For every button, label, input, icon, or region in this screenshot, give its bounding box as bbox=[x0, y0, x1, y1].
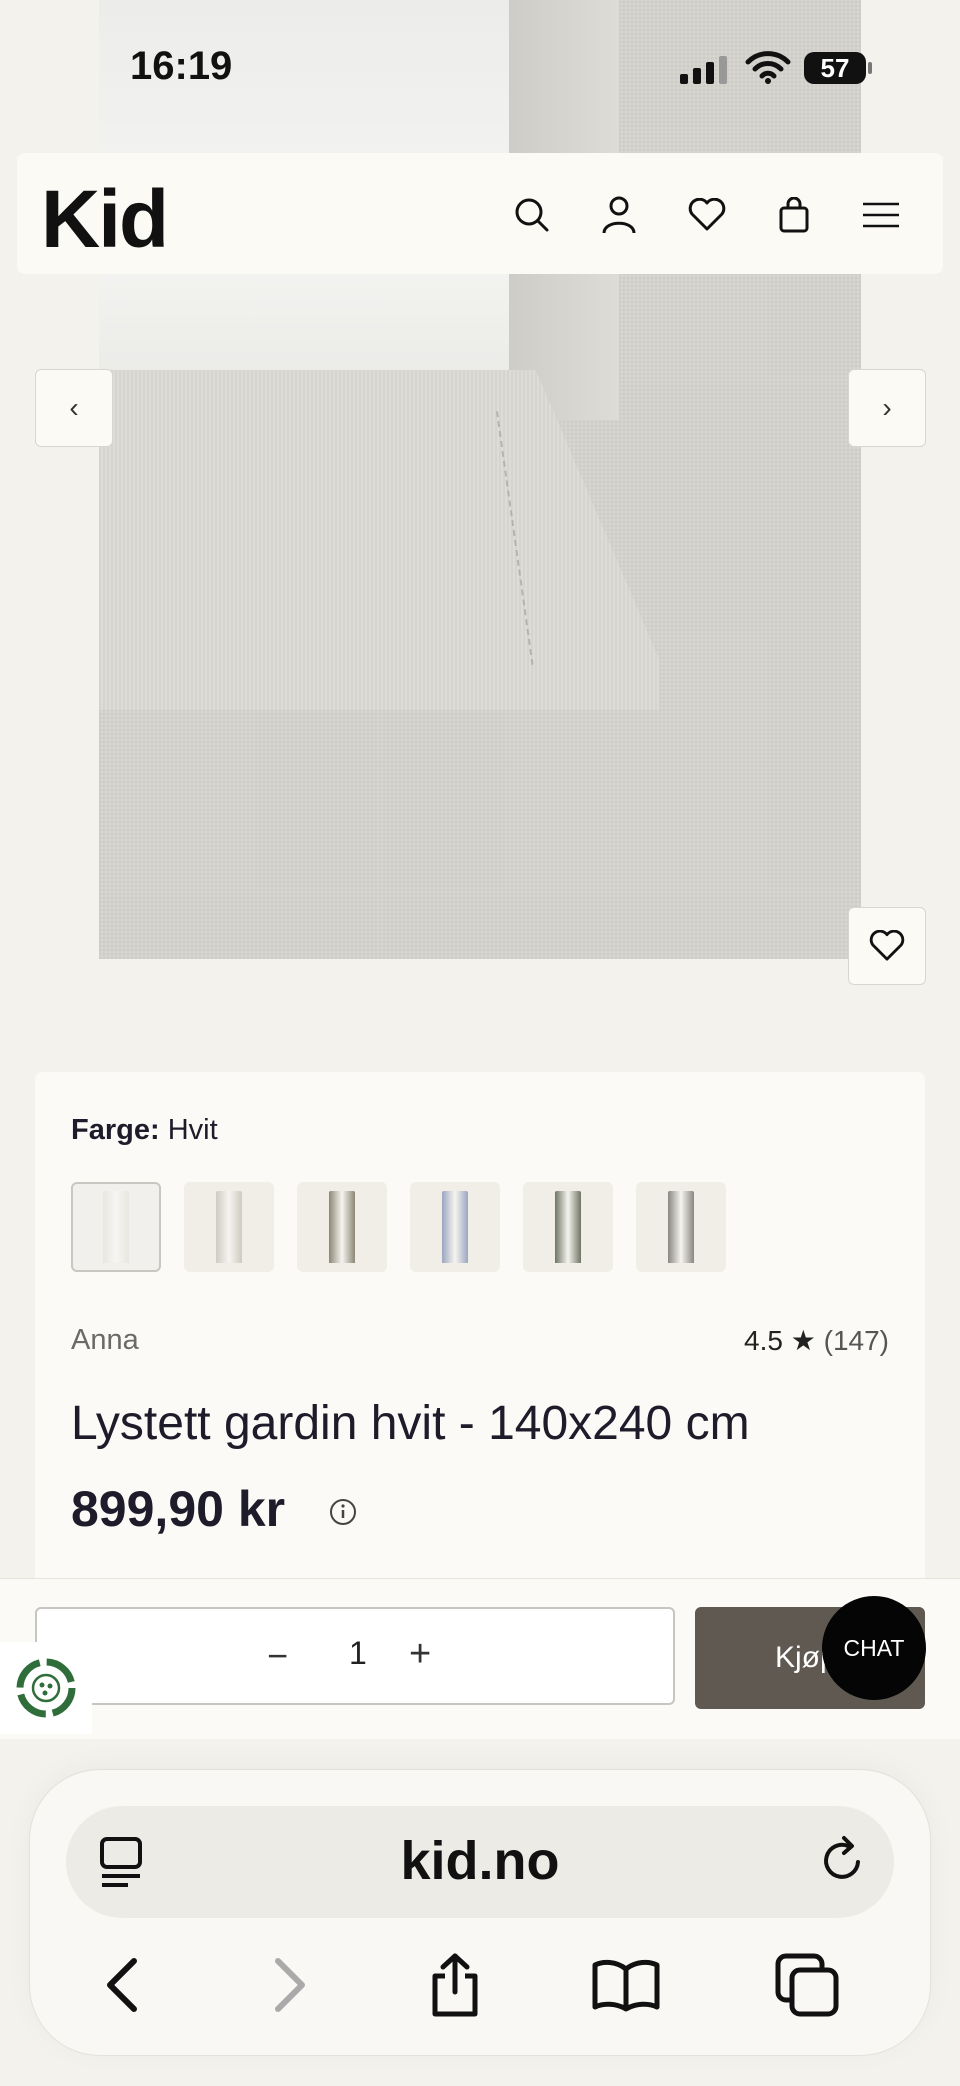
increase-quantity-button[interactable]: + bbox=[409, 1633, 431, 1676]
curtain-thumbnail bbox=[329, 1191, 355, 1263]
add-to-favorites-button[interactable] bbox=[848, 907, 926, 985]
share-icon[interactable] bbox=[420, 1950, 490, 2020]
color-swatch[interactable] bbox=[184, 1182, 274, 1272]
bag-icon[interactable] bbox=[772, 193, 816, 237]
chat-button[interactable]: CHAT bbox=[822, 1596, 926, 1700]
address-bar[interactable]: kid.no bbox=[66, 1806, 894, 1918]
product-price: 899,90 kr bbox=[71, 1481, 286, 1537]
purchase-bar: − 1 + Kjøp bbox=[0, 1578, 960, 1739]
kid-logo[interactable]: Kid bbox=[41, 173, 169, 267]
account-icon[interactable] bbox=[597, 193, 641, 237]
status-time: 16:19 bbox=[130, 44, 233, 88]
back-icon[interactable] bbox=[87, 1950, 157, 2020]
color-swatches bbox=[71, 1182, 726, 1272]
carousel-prev-button[interactable]: ‹ bbox=[35, 369, 113, 447]
decrease-quantity-button[interactable]: − bbox=[267, 1635, 288, 1677]
forward-icon[interactable] bbox=[255, 1950, 325, 2020]
recycle-icon[interactable] bbox=[0, 1642, 92, 1734]
info-icon[interactable] bbox=[329, 1498, 357, 1531]
tabs-icon[interactable] bbox=[772, 1950, 842, 2020]
menu-icon[interactable] bbox=[859, 193, 903, 237]
color-swatch[interactable] bbox=[636, 1182, 726, 1272]
curtain-thumbnail bbox=[668, 1191, 694, 1263]
product-brand[interactable]: Anna bbox=[71, 1324, 139, 1357]
product-rating[interactable]: 4.5 ★ (147) bbox=[744, 1324, 889, 1357]
curtain-thumbnail bbox=[103, 1191, 129, 1263]
signal-icon bbox=[680, 54, 727, 84]
curtain-thumbnail bbox=[442, 1191, 468, 1263]
reload-icon[interactable] bbox=[818, 1834, 868, 1891]
chevron-left-icon: ‹ bbox=[69, 392, 79, 423]
color-swatch[interactable] bbox=[410, 1182, 500, 1272]
color-label-value: Hvit bbox=[167, 1114, 218, 1146]
color-swatch[interactable] bbox=[297, 1182, 387, 1272]
site-header: Kid bbox=[17, 153, 943, 274]
rating-value: 4.5 bbox=[744, 1325, 783, 1356]
battery-tip bbox=[868, 62, 872, 74]
wifi-icon bbox=[745, 50, 791, 89]
curtain-thumbnail bbox=[555, 1191, 581, 1263]
product-title: Lystett gardin hvit - 140x240 cm bbox=[71, 1397, 750, 1450]
heart-icon bbox=[869, 930, 905, 961]
review-count: (147) bbox=[823, 1325, 889, 1356]
curtain-hem bbox=[99, 370, 659, 710]
browser-toolbar: kid.no bbox=[30, 1770, 930, 2055]
battery-icon: 57 bbox=[804, 52, 866, 84]
bookmarks-icon[interactable] bbox=[591, 1950, 661, 2020]
carousel-next-button[interactable]: › bbox=[848, 369, 926, 447]
product-info-card: Farge: Hvit Anna 4.5 ★ (147) Lystett gar… bbox=[35, 1072, 925, 1592]
chevron-right-icon: › bbox=[882, 392, 892, 423]
color-label-key: Farge: bbox=[71, 1114, 160, 1146]
url-text[interactable]: kid.no bbox=[66, 1830, 894, 1892]
heart-icon[interactable] bbox=[685, 193, 729, 237]
product-image[interactable] bbox=[99, 0, 861, 959]
star-icon: ★ bbox=[790, 1325, 816, 1356]
quantity-value[interactable]: 1 bbox=[349, 1635, 367, 1672]
color-label: Farge: Hvit bbox=[71, 1114, 218, 1147]
color-swatch[interactable] bbox=[71, 1182, 161, 1272]
search-icon[interactable] bbox=[510, 193, 554, 237]
curtain-thumbnail bbox=[216, 1191, 242, 1263]
color-swatch[interactable] bbox=[523, 1182, 613, 1272]
quantity-stepper: − 1 + bbox=[35, 1607, 675, 1705]
battery-level: 57 bbox=[820, 52, 850, 83]
